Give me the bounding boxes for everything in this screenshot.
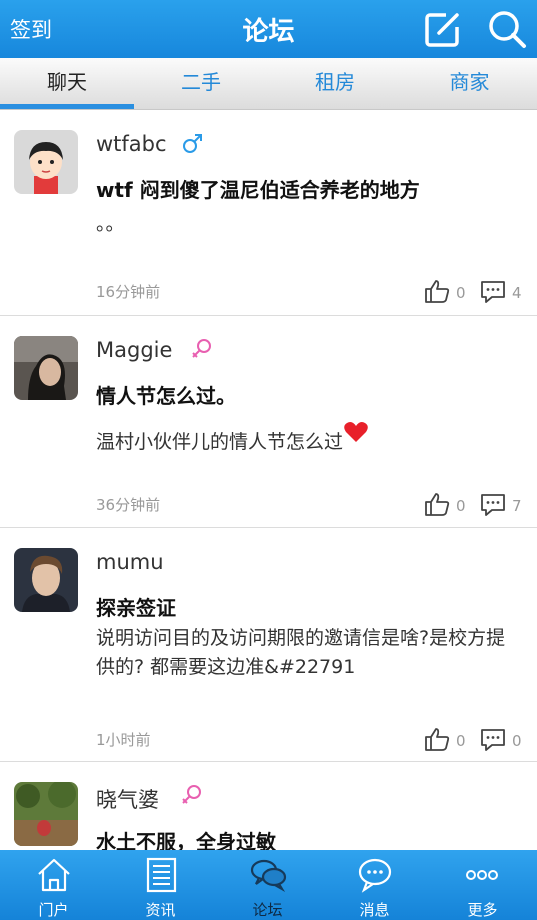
- post-time: 36分钟前: [96, 496, 161, 514]
- home-icon: [38, 858, 70, 892]
- forum-screen: { "header": { "checkin_label": "签到", "ti…: [0, 0, 537, 920]
- nav-label: 消息: [359, 901, 390, 919]
- nav-label: 门户: [38, 901, 69, 919]
- post-body: 。。: [96, 213, 125, 235]
- comment-icon[interactable]: [480, 280, 506, 304]
- tab-secondhand[interactable]: 二手: [134, 58, 268, 110]
- avatar[interactable]: [14, 782, 78, 846]
- active-tab-indicator: [0, 104, 134, 109]
- nav-label: 更多: [467, 901, 498, 919]
- post-item[interactable]: 晓气婆 水土不服，全身过敏: [0, 762, 537, 850]
- top-bar: 签到 论坛: [0, 0, 537, 58]
- post-title[interactable]: 水土不服，全身过敏: [96, 826, 276, 850]
- username[interactable]: mumu: [96, 550, 164, 574]
- heart-icon: [344, 422, 368, 442]
- avatar[interactable]: [14, 548, 78, 612]
- more-icon: [466, 870, 498, 880]
- forum-icon: [250, 859, 287, 893]
- tab-merchant[interactable]: 商家: [402, 58, 537, 110]
- post-item[interactable]: wtfabc wtf 闷到傻了温尼伯适合养老的地方 。。 16分钟前 0 4: [0, 110, 537, 316]
- male-icon: [183, 134, 202, 153]
- thumbs-up-icon[interactable]: [424, 279, 450, 303]
- username[interactable]: Maggie: [96, 338, 172, 362]
- post-feed[interactable]: wtfabc wtf 闷到傻了温尼伯适合养老的地方 。。 16分钟前 0 4 M…: [0, 110, 537, 850]
- avatar[interactable]: [14, 130, 78, 194]
- bottom-nav: 门户 资讯 论坛 消息 更多: [0, 850, 537, 920]
- thumbs-up-icon[interactable]: [424, 727, 450, 751]
- username[interactable]: 晓气婆: [96, 784, 159, 814]
- female-icon: [192, 339, 211, 358]
- post-time: 16分钟前: [96, 283, 161, 301]
- comment-icon[interactable]: [480, 493, 506, 517]
- category-tabs: 聊天 二手 租房 商家: [0, 58, 537, 110]
- nav-more[interactable]: 更多: [428, 850, 537, 920]
- nav-portal[interactable]: 门户: [0, 850, 107, 920]
- news-icon: [146, 857, 177, 893]
- post-body: 温村小伙伴儿的情人节怎么过: [96, 420, 516, 457]
- nav-forum[interactable]: 论坛: [214, 850, 321, 920]
- tab-rental[interactable]: 租房: [268, 58, 402, 110]
- post-body: 说明访问目的及访问期限的邀请信是啥?是校方提供的? 都需要这边准&#22791: [96, 627, 506, 678]
- compose-icon[interactable]: [422, 8, 464, 50]
- username[interactable]: wtfabc: [96, 132, 167, 156]
- like-count: 0: [456, 497, 466, 515]
- post-title[interactable]: wtf 闷到傻了温尼伯适合养老的地方: [96, 174, 420, 203]
- post-time: 1小时前: [96, 731, 151, 749]
- post-item[interactable]: mumu 探亲签证 说明访问目的及访问期限的邀请信是啥?是校方提供的? 都需要这…: [0, 528, 537, 762]
- like-count: 0: [456, 732, 466, 750]
- search-icon[interactable]: [486, 8, 528, 50]
- message-icon: [358, 858, 392, 893]
- comment-count: 0: [512, 732, 522, 750]
- post-title[interactable]: 情人节怎么过。: [96, 380, 236, 409]
- thumbs-up-icon[interactable]: [424, 492, 450, 516]
- like-count: 0: [456, 284, 466, 302]
- post-item[interactable]: Maggie 情人节怎么过。 温村小伙伴儿的情人节怎么过 36分钟前 0 7: [0, 316, 537, 528]
- post-title[interactable]: 探亲签证: [96, 592, 176, 621]
- avatar[interactable]: [14, 336, 78, 400]
- comment-icon[interactable]: [480, 728, 506, 752]
- nav-messages[interactable]: 消息: [321, 850, 428, 920]
- comment-count: 7: [512, 497, 522, 515]
- tab-chat[interactable]: 聊天: [0, 58, 134, 110]
- comment-count: 4: [512, 284, 522, 302]
- post-body-text: 温村小伙伴儿的情人节怎么过: [96, 431, 344, 453]
- nav-label: 论坛: [252, 901, 283, 919]
- nav-label: 资讯: [145, 901, 176, 919]
- female-icon: [182, 785, 201, 804]
- nav-news[interactable]: 资讯: [107, 850, 214, 920]
